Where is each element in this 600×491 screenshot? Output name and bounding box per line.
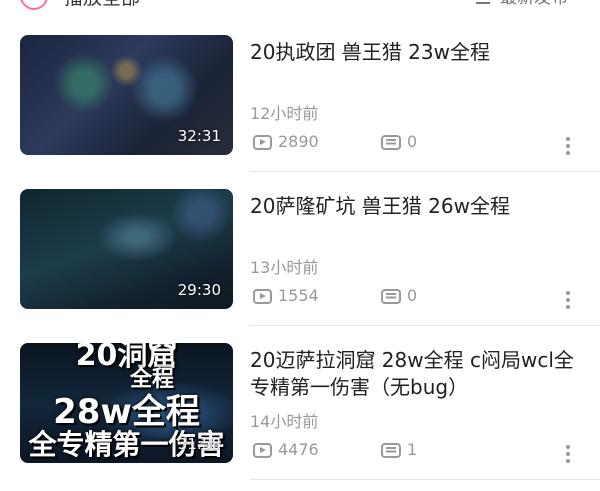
cover-text: 20洞窟 xyxy=(75,343,178,373)
play-count: 2890 xyxy=(253,132,319,152)
video-thumbnail[interactable]: 32:31 xyxy=(20,35,233,155)
play-count-value: 2890 xyxy=(278,132,319,151)
video-time: 12小时前 xyxy=(250,104,319,123)
divider xyxy=(250,479,600,480)
video-item[interactable]: 29:30 20萨隆矿坑 兽王猎 26w全程 13小时前 1554 0 xyxy=(0,189,600,329)
danmaku-icon xyxy=(381,134,401,150)
danmaku-count-value: 0 xyxy=(407,132,418,151)
cover-text: 28w全程 xyxy=(53,392,200,432)
more-options-icon[interactable] xyxy=(566,137,570,157)
video-title[interactable]: 20执政团 兽王猎 23w全程 xyxy=(250,39,580,66)
play-all-icon[interactable] xyxy=(20,0,48,10)
danmaku-count-value: 1 xyxy=(407,440,418,459)
list-header: 播放全部 最新发布 xyxy=(0,0,600,14)
video-thumbnail[interactable]: 20洞窟 全程 28w全程 全专精第一伤害 31:58 xyxy=(20,343,233,463)
danmaku-count: 0 xyxy=(381,132,417,152)
video-item[interactable]: 32:31 20执政团 兽王猎 23w全程 12小时前 2890 0 xyxy=(0,35,600,175)
sort-button[interactable]: 最新发布 xyxy=(500,0,568,9)
more-options-icon[interactable] xyxy=(566,445,570,465)
cover-text: 全程 xyxy=(130,367,175,392)
danmaku-icon xyxy=(381,288,401,304)
video-title[interactable]: 20萨隆矿坑 兽王猎 26w全程 xyxy=(250,193,580,220)
video-item[interactable]: 20洞窟 全程 28w全程 全专精第一伤害 31:58 20迈萨拉洞窟 28w全… xyxy=(0,343,600,483)
play-count: 1554 xyxy=(253,286,319,306)
play-count-icon xyxy=(253,288,272,304)
play-count: 4476 xyxy=(253,440,319,460)
more-options-icon[interactable] xyxy=(566,291,570,311)
video-title[interactable]: 20迈萨拉洞窟 28w全程 c闷局wcl全专精第一伤害（无bug） xyxy=(250,347,580,401)
video-duration: 29:30 xyxy=(177,281,221,299)
play-count-icon xyxy=(253,134,272,150)
video-time: 14小时前 xyxy=(250,412,319,431)
play-all-button[interactable]: 播放全部 xyxy=(64,0,140,9)
divider xyxy=(250,171,600,172)
play-count-value: 1554 xyxy=(278,286,319,305)
danmaku-count: 0 xyxy=(381,286,417,306)
danmaku-count-value: 0 xyxy=(407,286,418,305)
divider xyxy=(250,325,600,326)
video-thumbnail[interactable]: 29:30 xyxy=(20,189,233,309)
video-duration: 32:31 xyxy=(177,127,221,145)
danmaku-icon xyxy=(381,442,401,458)
play-count-icon xyxy=(253,442,272,458)
sort-icon[interactable] xyxy=(476,0,490,4)
video-duration: 31:58 xyxy=(177,435,221,453)
danmaku-count: 1 xyxy=(381,440,417,460)
play-count-value: 4476 xyxy=(278,440,319,459)
video-time: 13小时前 xyxy=(250,258,319,277)
